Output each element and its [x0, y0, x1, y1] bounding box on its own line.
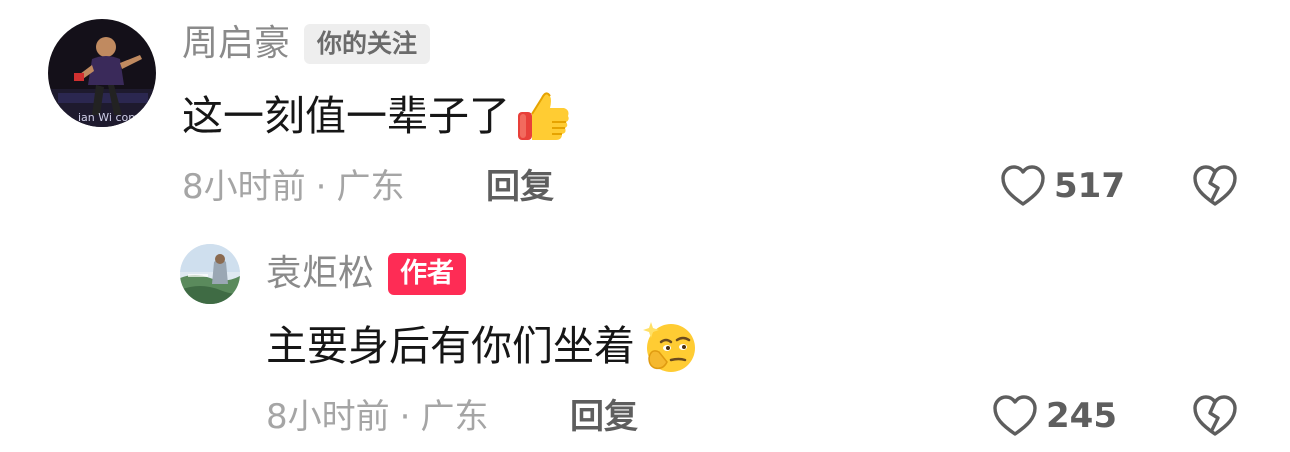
- timestamp: 8小时前: [266, 397, 390, 437]
- reply-button[interactable]: 回复: [486, 165, 554, 209]
- thumbs-up-icon: [516, 88, 572, 144]
- dislike-broken-heart-icon[interactable]: [1192, 394, 1238, 438]
- timestamp: 8小时前: [182, 167, 306, 207]
- like-button[interactable]: 245: [992, 394, 1117, 438]
- reply-item: 袁炬松 作者 主要身后有你们坐着 8小时前 · 广东 回复 245: [0, 230, 1290, 452]
- author-badge: 作者: [388, 253, 467, 295]
- thinking-face-icon: [641, 318, 697, 374]
- heart-outline-icon: [1000, 164, 1046, 208]
- like-count: 517: [1054, 166, 1125, 206]
- avatar[interactable]: ian Wi com: [48, 19, 156, 127]
- reply-button[interactable]: 回复: [570, 395, 638, 439]
- comment-meta: 8小时前 · 广东: [266, 395, 488, 439]
- comment-body: 这一刻值一辈子了: [182, 92, 510, 140]
- comment-header: 周启豪 你的关注: [182, 22, 431, 66]
- username[interactable]: 袁炬松: [266, 252, 374, 296]
- following-badge: 你的关注: [304, 24, 431, 64]
- meta-separator: ·: [315, 167, 327, 207]
- comment-text: 主要身后有你们坐着: [266, 318, 697, 374]
- comment-header: 袁炬松 作者: [266, 252, 467, 296]
- heart-outline-icon: [992, 394, 1038, 438]
- comment-body: 主要身后有你们坐着: [266, 322, 635, 370]
- comment-text: 这一刻值一辈子了: [182, 88, 572, 144]
- comment-item: ian Wi com 周启豪 你的关注 这一刻值一辈子了 8小时前 · 广东 回…: [0, 0, 1290, 230]
- dislike-broken-heart-icon[interactable]: [1192, 164, 1238, 208]
- username[interactable]: 周启豪: [182, 22, 290, 66]
- svg-text:ian Wi com: ian Wi com: [78, 111, 139, 124]
- comment-meta: 8小时前 · 广东: [182, 165, 404, 209]
- like-count: 245: [1046, 396, 1117, 436]
- location: 广东: [336, 167, 405, 207]
- location: 广东: [420, 397, 489, 437]
- avatar[interactable]: [180, 244, 240, 304]
- like-button[interactable]: 517: [1000, 164, 1125, 208]
- meta-separator: ·: [399, 397, 411, 437]
